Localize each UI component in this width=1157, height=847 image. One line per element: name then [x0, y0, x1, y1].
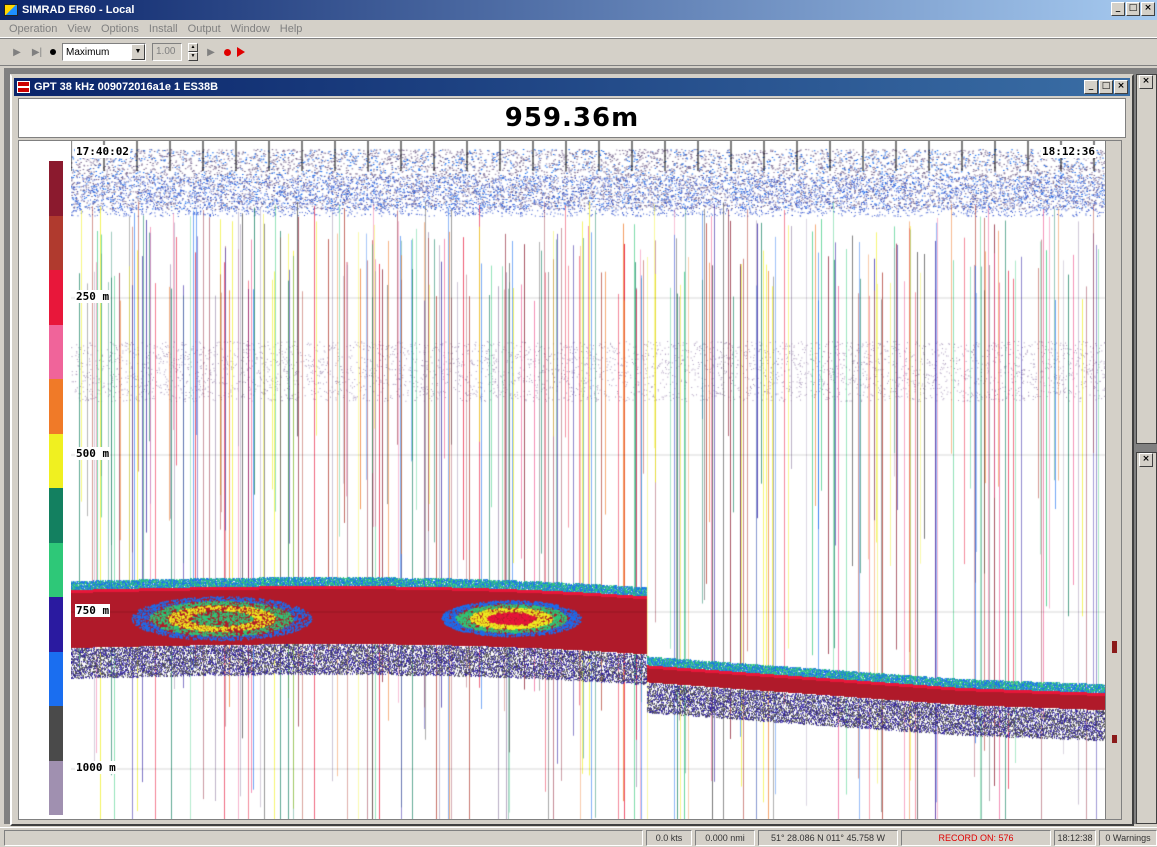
- depth-label: 750 m: [75, 604, 111, 617]
- record-play-icon[interactable]: [237, 47, 245, 57]
- status-speed: 0.0 kts: [646, 829, 692, 846]
- echogram-window: GPT 38 kHz 009072016a1e 1 ES38B _ □ × 95…: [10, 74, 1134, 826]
- range-marker-handle[interactable]: [1112, 735, 1117, 743]
- next-icon[interactable]: ▶: [204, 47, 218, 58]
- echogram-title: GPT 38 kHz 009072016a1e 1 ES38B: [34, 81, 219, 93]
- color-scale-step: [49, 433, 63, 488]
- menu-view[interactable]: View: [66, 22, 92, 36]
- window-title: SIMRAD ER60 - Local: [22, 4, 135, 16]
- color-scale-step: [49, 270, 63, 325]
- echogram-icon: [17, 81, 30, 93]
- close-icon[interactable]: ×: [1139, 453, 1153, 467]
- color-scale-step: [49, 651, 63, 706]
- echogram-controls: _ □ ×: [1084, 80, 1128, 94]
- status-message-area: [4, 829, 643, 846]
- color-scale-step: [49, 324, 63, 379]
- menu-install[interactable]: Install: [148, 22, 179, 36]
- color-scale-step: [49, 215, 63, 270]
- start-time-label: 17:40:02: [75, 145, 130, 158]
- status-warnings[interactable]: 0 Warnings: [1099, 829, 1157, 846]
- echogram-close-button[interactable]: ×: [1114, 80, 1128, 94]
- menu-help[interactable]: Help: [279, 22, 304, 36]
- side-window-top: ×: [1136, 74, 1157, 444]
- depth-label: 1000 m: [75, 761, 117, 774]
- color-scale-step: [49, 542, 63, 597]
- echogram-canvas[interactable]: [71, 141, 1117, 819]
- ping-mode-select[interactable]: Maximum ▼: [62, 43, 146, 61]
- chevron-down-icon[interactable]: ▼: [131, 44, 145, 60]
- echogram-maximize-button[interactable]: □: [1099, 80, 1113, 94]
- toolbar: ▶ ▶| Maximum ▼ 1.00 ▲ ▼ ▶: [0, 38, 1157, 66]
- ping-interval-input[interactable]: 1.00: [152, 43, 182, 61]
- color-scale-step: [49, 706, 63, 761]
- play-icon[interactable]: ▶: [10, 47, 24, 58]
- title-bar: SIMRAD ER60 - Local _ □ ×: [0, 0, 1157, 20]
- status-time: 18:12:38: [1054, 829, 1096, 846]
- color-scale-step: [49, 760, 63, 815]
- bottom-depth-display: 959.36m: [18, 98, 1126, 138]
- minimize-button[interactable]: _: [1111, 2, 1125, 16]
- stepper-up-icon[interactable]: ▲: [188, 43, 198, 52]
- close-icon[interactable]: ×: [1139, 75, 1153, 89]
- echogram-minimize-button[interactable]: _: [1084, 80, 1098, 94]
- echogram-title-bar: GPT 38 kHz 009072016a1e 1 ES38B _ □ ×: [14, 78, 1130, 96]
- end-time-label: 18:12:36: [1041, 145, 1096, 158]
- color-scale-step: [49, 161, 63, 216]
- close-button[interactable]: ×: [1141, 2, 1155, 16]
- depth-label: 250 m: [75, 290, 111, 303]
- record-icon[interactable]: [224, 48, 231, 56]
- ping-interval-stepper[interactable]: ▲ ▼: [188, 43, 198, 61]
- window-controls: _ □ ×: [1111, 2, 1155, 16]
- menu-output[interactable]: Output: [187, 22, 222, 36]
- bottom-depth-value: 959.36m: [504, 103, 640, 133]
- stepper-down-icon[interactable]: ▼: [188, 52, 198, 61]
- status-bar: 0.0 kts 0.000 nmi 51° 28.086 N 011° 45.7…: [0, 827, 1157, 847]
- echogram-scrollbar[interactable]: [1105, 141, 1121, 819]
- ping-mode-radio-icon[interactable]: [50, 49, 56, 55]
- echogram-plot[interactable]: 17:40:02 18:12:36 250 m 500 m 750 m 1000…: [18, 140, 1122, 820]
- color-scale-bar: [49, 161, 63, 815]
- status-record: RECORD ON: 576: [901, 829, 1051, 846]
- bottom-marker-handle[interactable]: [1112, 641, 1117, 653]
- color-scale-step: [49, 597, 63, 652]
- menu-operation[interactable]: Operation: [8, 22, 58, 36]
- side-window-bottom: ×: [1136, 452, 1157, 824]
- menu-bar: Operation View Options Install Output Wi…: [0, 20, 1157, 38]
- app-icon: [4, 4, 18, 16]
- status-position: 51° 28.086 N 011° 45.758 W: [758, 829, 898, 846]
- status-distance: 0.000 nmi: [695, 829, 755, 846]
- color-scale-step: [49, 488, 63, 543]
- step-icon[interactable]: ▶|: [30, 47, 44, 58]
- menu-options[interactable]: Options: [100, 22, 140, 36]
- menu-window[interactable]: Window: [230, 22, 271, 36]
- ping-mode-value: Maximum: [66, 46, 110, 58]
- depth-label: 500 m: [75, 447, 111, 460]
- color-scale-step: [49, 379, 63, 434]
- maximize-button[interactable]: □: [1126, 2, 1140, 16]
